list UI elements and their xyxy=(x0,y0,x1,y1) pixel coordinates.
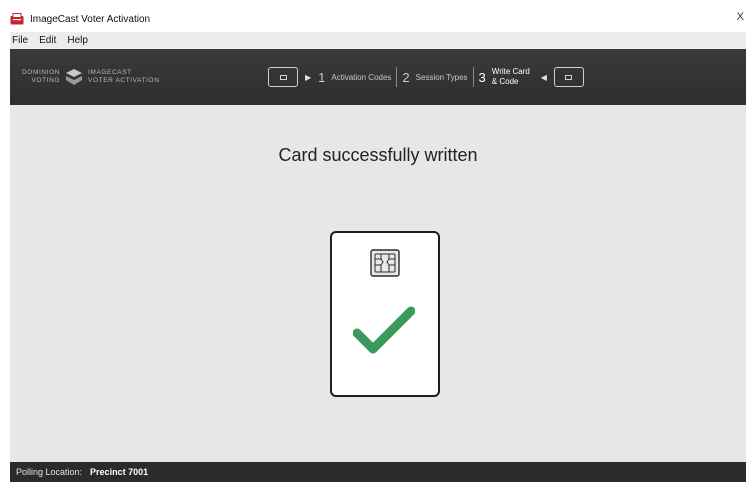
dominion-text: DOMINION xyxy=(22,69,61,76)
main-content: Card successfully written xyxy=(10,105,746,462)
dominion-logo-icon xyxy=(66,69,83,85)
dominion-wordmark: DOMINION VOTING xyxy=(22,69,60,85)
title-bar: ImageCast Voter Activation X xyxy=(10,8,746,30)
step-1-number: 1 xyxy=(318,69,326,85)
window-title: ImageCast Voter Activation xyxy=(30,13,151,25)
app-window: ImageCast Voter Activation X File Edit H… xyxy=(0,0,746,482)
checkmark-icon xyxy=(353,306,415,354)
step-3-label: Write Card & Code xyxy=(492,67,534,87)
brand-logo: DOMINION VOTING IMAGECAST VOTER ACTIVATI… xyxy=(22,63,160,91)
card-reader-icon xyxy=(553,67,584,87)
step-3-active: 3 Write Card & Code xyxy=(479,67,534,87)
polling-location-label: Polling Location: xyxy=(16,467,83,477)
menu-bar: File Edit Help xyxy=(10,32,746,49)
step-2-number: 2 xyxy=(402,69,410,85)
menu-help[interactable]: Help xyxy=(65,35,88,46)
voting-text: VOTING xyxy=(31,77,61,84)
menu-file[interactable]: File xyxy=(10,35,28,46)
arrow-left-icon: ◀ xyxy=(540,72,547,82)
step-indicator: ▶ 1 Activation Codes 2 Session Types 3 W… xyxy=(268,62,584,92)
arrow-right-icon: ▶ xyxy=(305,72,312,82)
step-1-label: Activation Codes xyxy=(331,72,392,82)
step-divider xyxy=(396,67,398,87)
voter-activation-text: VOTER ACTIVATION xyxy=(88,77,160,84)
menu-edit[interactable]: Edit xyxy=(37,35,56,46)
ballot-box-icon xyxy=(10,13,24,25)
card-reader-icon xyxy=(268,67,298,87)
step-2-label: Session Types xyxy=(415,72,468,82)
voter-card-illustration xyxy=(330,231,440,397)
imagecast-text: IMAGECAST xyxy=(88,69,132,76)
header-bar: DOMINION VOTING IMAGECAST VOTER ACTIVATI… xyxy=(10,49,746,105)
smartcard-chip-icon xyxy=(370,249,400,277)
window-edge xyxy=(0,0,10,482)
imagecast-wordmark: IMAGECAST VOTER ACTIVATION xyxy=(88,69,159,85)
status-bar: Polling Location: Precinct 7001 xyxy=(10,462,746,482)
step-divider xyxy=(472,67,474,87)
close-button[interactable]: X xyxy=(737,11,744,23)
step-3-number: 3 xyxy=(478,69,486,85)
step-3-label-line2: & Code xyxy=(491,77,519,86)
status-message: Card successfully written xyxy=(278,145,478,165)
step-3-label-line1: Write Card xyxy=(491,67,530,76)
polling-location-value: Precinct 7001 xyxy=(90,467,149,477)
